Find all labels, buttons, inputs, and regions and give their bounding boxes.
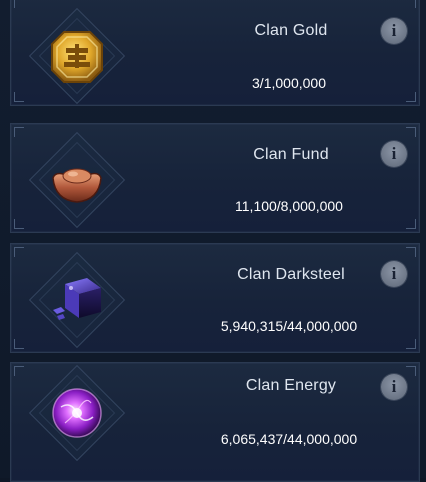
info-icon[interactable]: i bbox=[381, 141, 407, 167]
info-icon[interactable]: i bbox=[381, 18, 407, 44]
resource-amount: 5,940,315/44,000,000 bbox=[220, 318, 358, 334]
info-icon[interactable]: i bbox=[381, 261, 407, 287]
clan-energy-orb-icon bbox=[52, 388, 102, 438]
corner-ornament bbox=[14, 366, 24, 376]
resource-amount: 3/1,000,000 bbox=[252, 75, 326, 91]
corner-ornament bbox=[406, 247, 416, 257]
icon-frame bbox=[28, 131, 126, 229]
corner-ornament bbox=[14, 0, 24, 8]
clan-gold-coin-icon bbox=[51, 31, 103, 83]
resource-title: Clan Gold bbox=[254, 22, 328, 39]
corner-ornament bbox=[14, 92, 24, 102]
corner-ornament bbox=[406, 0, 416, 8]
resource-card-clan-darksteel: Clan Darksteel 5,940,315/44,000,000 i bbox=[10, 243, 420, 353]
resource-title: Clan Energy bbox=[245, 377, 337, 394]
icon-frame bbox=[28, 364, 126, 462]
corner-ornament bbox=[406, 92, 416, 102]
corner-ornament bbox=[406, 339, 416, 349]
clan-resource-list: Clan Gold 3/1,000,000 i Clan Fund 11,100… bbox=[0, 0, 426, 482]
resource-amount: 6,065,437/44,000,000 bbox=[220, 431, 358, 447]
icon-frame bbox=[28, 251, 126, 349]
info-icon[interactable]: i bbox=[381, 374, 407, 400]
resource-card-clan-fund: Clan Fund 11,100/8,000,000 i bbox=[10, 123, 420, 233]
corner-ornament bbox=[406, 219, 416, 229]
clan-darksteel-cube-icon bbox=[53, 278, 101, 320]
corner-ornament bbox=[406, 127, 416, 137]
corner-ornament bbox=[14, 339, 24, 349]
resource-title: Clan Fund bbox=[253, 146, 329, 163]
resource-card-clan-energy: Clan Energy 6,065,437/44,000,000 i bbox=[10, 362, 420, 482]
icon-frame bbox=[28, 7, 126, 105]
resource-title: Clan Darksteel bbox=[237, 266, 345, 283]
corner-ornament bbox=[14, 127, 24, 137]
resource-amount: 11,100/8,000,000 bbox=[235, 198, 343, 214]
corner-ornament bbox=[14, 247, 24, 257]
resource-card-clan-gold: Clan Gold 3/1,000,000 i bbox=[10, 0, 420, 106]
corner-ornament bbox=[406, 366, 416, 376]
clan-fund-ingot-icon bbox=[52, 168, 102, 203]
corner-ornament bbox=[14, 219, 24, 229]
